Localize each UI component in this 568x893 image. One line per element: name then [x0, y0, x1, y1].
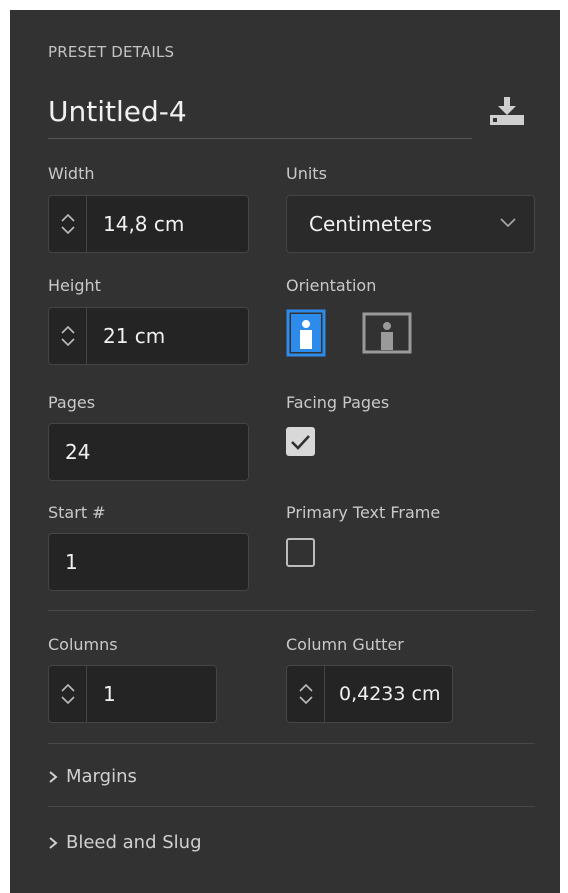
divider: [48, 610, 535, 611]
start-page-value[interactable]: 1: [65, 534, 78, 590]
chevron-down-icon[interactable]: [60, 338, 75, 346]
margins-label: Margins: [66, 766, 137, 787]
chevron-up-icon[interactable]: [60, 214, 75, 222]
height-label: Height: [48, 276, 101, 295]
columns-value[interactable]: 1: [103, 666, 116, 722]
chevron-down-icon[interactable]: [60, 226, 75, 234]
save-preset-icon[interactable]: [486, 95, 528, 127]
chevron-up-icon[interactable]: [60, 326, 75, 334]
chevron-up-icon[interactable]: [60, 684, 75, 692]
start-page-field[interactable]: 1: [48, 533, 249, 591]
columns-stepper[interactable]: [49, 666, 87, 722]
chevron-right-icon: [49, 836, 58, 849]
landscape-orientation-button[interactable]: [362, 309, 412, 357]
divider: [48, 806, 535, 807]
pages-value[interactable]: 24: [65, 424, 90, 480]
chevron-right-icon: [49, 770, 58, 783]
height-value[interactable]: 21 cm: [103, 308, 165, 364]
divider: [48, 743, 535, 744]
chevron-down-icon[interactable]: [298, 696, 313, 704]
width-field[interactable]: 14,8 cm: [48, 195, 249, 253]
chevron-down-icon: [500, 218, 516, 228]
facing-pages-checkbox[interactable]: [286, 427, 315, 456]
units-select[interactable]: Centimeters: [286, 195, 535, 253]
height-field[interactable]: 21 cm: [48, 307, 249, 365]
width-label: Width: [48, 164, 95, 183]
width-stepper[interactable]: [49, 196, 87, 252]
chevron-down-icon[interactable]: [60, 696, 75, 704]
portrait-orientation-button[interactable]: [286, 309, 334, 357]
primary-text-frame-label: Primary Text Frame: [286, 503, 441, 522]
columns-field[interactable]: 1: [48, 665, 217, 723]
orientation-label: Orientation: [286, 276, 377, 295]
units-value: Centimeters: [309, 212, 432, 236]
start-page-label: Start #: [48, 503, 106, 522]
pages-label: Pages: [48, 393, 96, 412]
margins-section-toggle[interactable]: Margins: [48, 766, 137, 787]
primary-text-frame-checkbox[interactable]: [286, 538, 315, 567]
preset-name[interactable]: Untitled-4: [48, 95, 187, 128]
column-gutter-label: Column Gutter: [286, 635, 404, 654]
portrait-icon: [286, 309, 326, 357]
landscape-icon: [362, 312, 412, 354]
column-gutter-stepper[interactable]: [287, 666, 325, 722]
checkmark-icon: [291, 435, 310, 450]
pages-field[interactable]: 24: [48, 423, 249, 481]
width-value[interactable]: 14,8 cm: [103, 196, 184, 252]
facing-pages-label: Facing Pages: [286, 393, 390, 412]
chevron-up-icon[interactable]: [298, 684, 313, 692]
column-gutter-field[interactable]: 0,4233 cm: [286, 665, 453, 723]
section-heading: PRESET DETAILS: [48, 43, 175, 61]
preset-name-underline: [48, 138, 472, 139]
bleed-slug-section-toggle[interactable]: Bleed and Slug: [48, 832, 202, 853]
column-gutter-value[interactable]: 0,4233 cm: [339, 666, 450, 722]
units-label: Units: [286, 164, 327, 183]
columns-label: Columns: [48, 635, 118, 654]
height-stepper[interactable]: [49, 308, 87, 364]
bleed-slug-label: Bleed and Slug: [66, 832, 202, 853]
